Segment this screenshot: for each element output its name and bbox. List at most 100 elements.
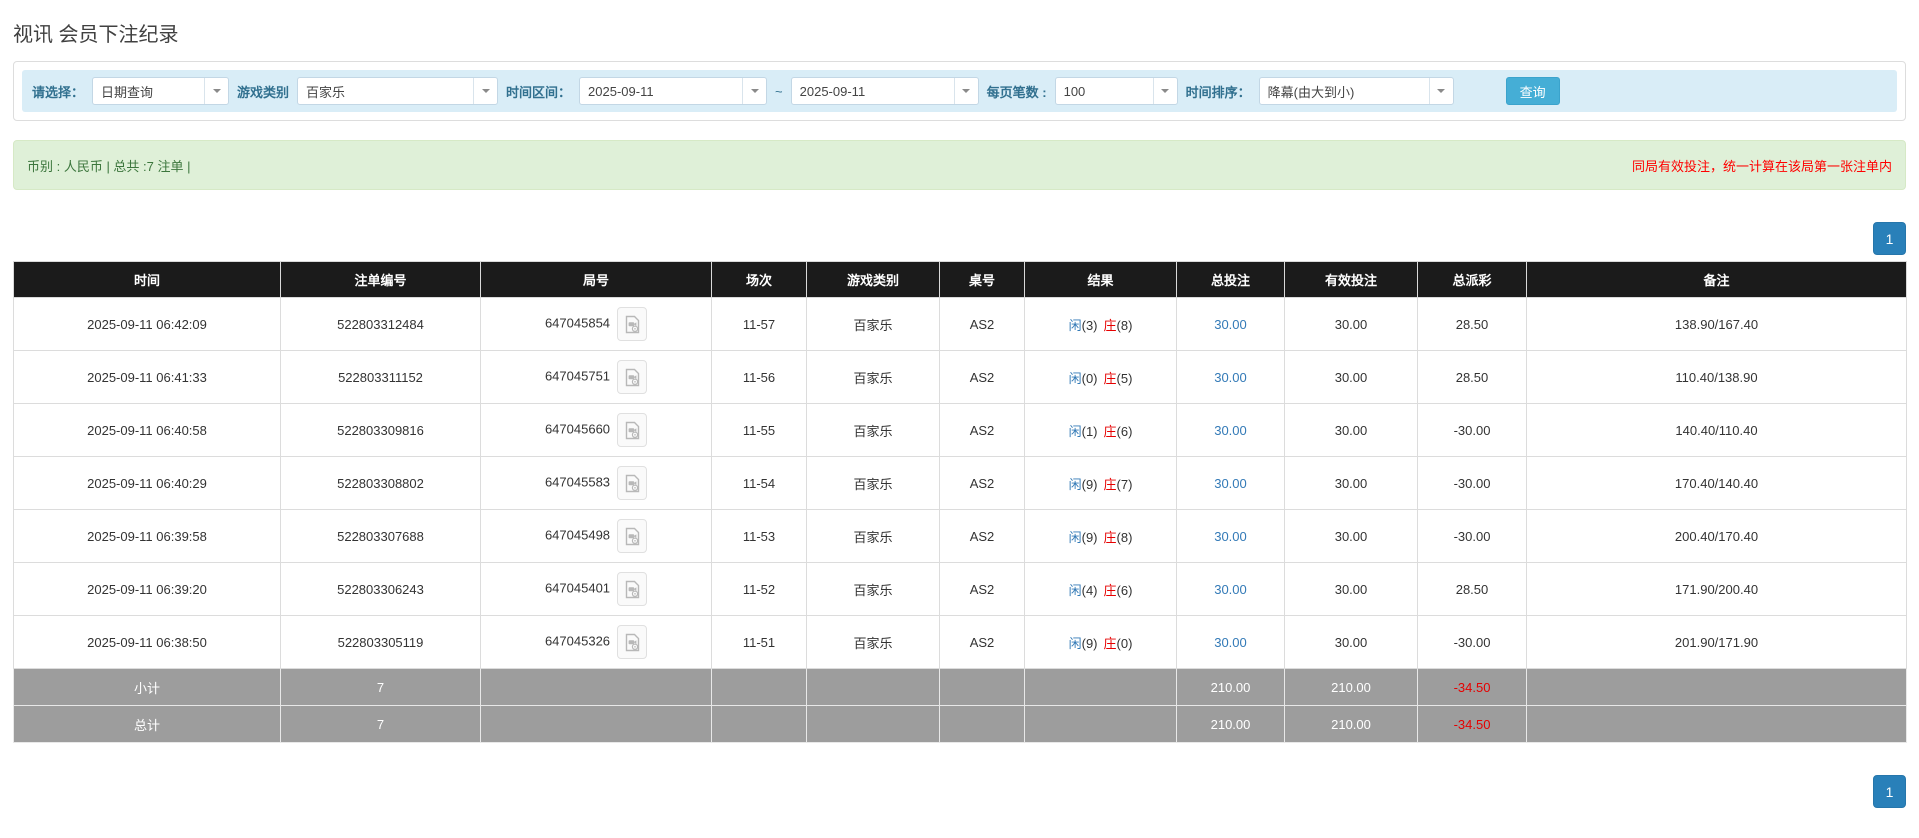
cell-round-id: 647045401 — [480, 562, 712, 616]
player-points: (1) — [1081, 423, 1098, 439]
cell-valid-bet: 30.00 — [1284, 562, 1418, 616]
cell-bet-id: 522803307688 — [280, 509, 481, 563]
search-button[interactable]: 查询 — [1505, 77, 1560, 105]
table-row: 2025-09-11 06:40:58 522803309816 6470456… — [13, 403, 1907, 457]
video-replay-button[interactable] — [617, 572, 648, 606]
total-bet-link[interactable]: 30.00 — [1214, 635, 1247, 650]
subtotal-count: 7 — [280, 668, 481, 706]
video-replay-button[interactable] — [617, 413, 648, 447]
table-header-row: 时间 注单编号 局号 场次 游戏类别 桌号 结果 总投注 有效投注 总派彩 备注 — [13, 261, 1907, 298]
time-sort-select[interactable]: 降幕(由大到小) — [1258, 77, 1454, 105]
cell-session: 11-55 — [711, 403, 807, 457]
banker-label: 庄 — [1103, 582, 1117, 598]
total-count: 7 — [280, 705, 481, 743]
player-points: (9) — [1081, 476, 1098, 492]
cell-table-no: AS2 — [939, 562, 1025, 616]
video-replay-button[interactable] — [617, 519, 648, 553]
cell-game-type: 百家乐 — [806, 456, 940, 510]
player-points: (9) — [1081, 529, 1098, 545]
date-from-value: 2025-09-11 — [588, 83, 654, 99]
cell-game-type: 百家乐 — [806, 562, 940, 616]
summary-bar: 币别 : 人民币 | 总共 :7 注单 | 同局有效投注，统一计算在该局第一张注… — [13, 140, 1906, 190]
chevron-down-icon[interactable] — [473, 78, 498, 104]
chevron-down-icon[interactable] — [1428, 78, 1453, 104]
cell-total-bet: 30.00 — [1176, 350, 1285, 404]
time-sort-value: 降幕(由大到小) — [1267, 84, 1355, 100]
cell-round-id: 647045498 — [480, 509, 712, 563]
column-header: 注单编号 — [280, 261, 481, 298]
date-to-select[interactable]: 2025-09-11 — [790, 77, 979, 105]
round-id: 647045401 — [544, 580, 611, 596]
cell-time: 2025-09-11 06:39:58 — [13, 509, 281, 563]
banker-points: (0) — [1116, 635, 1133, 651]
total-bet-link[interactable]: 30.00 — [1214, 582, 1247, 597]
cell-time: 2025-09-11 06:40:58 — [13, 403, 281, 457]
column-header: 桌号 — [939, 261, 1025, 298]
cell-table-no: AS2 — [939, 509, 1025, 563]
cell-result: 闲(0) 庄(5) — [1024, 350, 1177, 404]
query-type-select[interactable]: 日期查询 — [92, 77, 230, 105]
cell-remark: 201.90/171.90 — [1526, 615, 1907, 669]
player-label: 闲 — [1068, 635, 1082, 651]
total-bet-link[interactable]: 30.00 — [1214, 529, 1247, 544]
total-bet-link[interactable]: 30.00 — [1214, 370, 1247, 385]
banker-label: 庄 — [1103, 635, 1117, 651]
page-1-button[interactable]: 1 — [1873, 775, 1906, 808]
cell-valid-bet: 30.00 — [1284, 297, 1418, 351]
video-replay-button[interactable] — [617, 360, 648, 394]
chevron-down-icon[interactable] — [204, 78, 229, 104]
cell-total-bet: 30.00 — [1176, 615, 1285, 669]
banker-label: 庄 — [1103, 370, 1117, 386]
video-replay-button[interactable] — [617, 307, 648, 341]
chevron-down-icon[interactable] — [1152, 78, 1177, 104]
chevron-down-icon[interactable] — [953, 78, 978, 104]
time-sort-label: 时间排序： — [1185, 84, 1251, 100]
game-type-select[interactable]: 百家乐 — [297, 77, 499, 105]
cell-result: 闲(9) 庄(0) — [1024, 615, 1177, 669]
banker-label: 庄 — [1103, 529, 1117, 545]
cell-table-no: AS2 — [939, 615, 1025, 669]
cell-session: 11-57 — [711, 297, 807, 351]
pagination-top: 1 — [13, 222, 1906, 255]
cell-remark: 138.90/167.40 — [1526, 297, 1907, 351]
cell-total-bet: 30.00 — [1176, 403, 1285, 457]
column-header: 有效投注 — [1284, 261, 1418, 298]
total-bet-link[interactable]: 30.00 — [1214, 476, 1247, 491]
cell-game-type: 百家乐 — [806, 509, 940, 563]
cell-session: 11-51 — [711, 615, 807, 669]
cell-bet-id: 522803309816 — [280, 403, 481, 457]
column-header: 场次 — [711, 261, 807, 298]
subtotal-valid-bet: 210.00 — [1284, 668, 1418, 706]
cell-bet-id: 522803308802 — [280, 456, 481, 510]
video-replay-button[interactable] — [617, 625, 648, 659]
banker-label: 庄 — [1103, 317, 1117, 333]
cell-time: 2025-09-11 06:38:50 — [13, 615, 281, 669]
range-separator: ~ — [775, 83, 783, 99]
page-size-select[interactable]: 100 — [1054, 77, 1178, 105]
cell-total-bet: 30.00 — [1176, 456, 1285, 510]
cell-game-type: 百家乐 — [806, 403, 940, 457]
cell-total-bet: 30.00 — [1176, 509, 1285, 563]
banker-points: (6) — [1116, 423, 1133, 439]
banker-points: (8) — [1116, 317, 1133, 333]
player-points: (0) — [1081, 370, 1098, 386]
player-label: 闲 — [1068, 582, 1082, 598]
date-from-select[interactable]: 2025-09-11 — [579, 77, 768, 105]
chevron-down-icon[interactable] — [742, 78, 767, 104]
player-points: (4) — [1081, 582, 1098, 598]
total-bet-link[interactable]: 30.00 — [1214, 317, 1247, 332]
column-header: 备注 — [1526, 261, 1907, 298]
cell-result: 闲(3) 庄(8) — [1024, 297, 1177, 351]
page-1-button[interactable]: 1 — [1873, 222, 1906, 255]
cell-valid-bet: 30.00 — [1284, 456, 1418, 510]
total-total-bet: 210.00 — [1176, 705, 1285, 743]
video-replay-button[interactable] — [617, 466, 648, 500]
cell-payout: -30.00 — [1417, 403, 1527, 457]
cell-result: 闲(9) 庄(7) — [1024, 456, 1177, 510]
column-header: 总投注 — [1176, 261, 1285, 298]
subtotal-payout: -34.50 — [1417, 668, 1527, 706]
cell-table-no: AS2 — [939, 350, 1025, 404]
column-header: 游戏类别 — [806, 261, 940, 298]
subtotal-label: 小计 — [13, 668, 281, 706]
total-bet-link[interactable]: 30.00 — [1214, 423, 1247, 438]
